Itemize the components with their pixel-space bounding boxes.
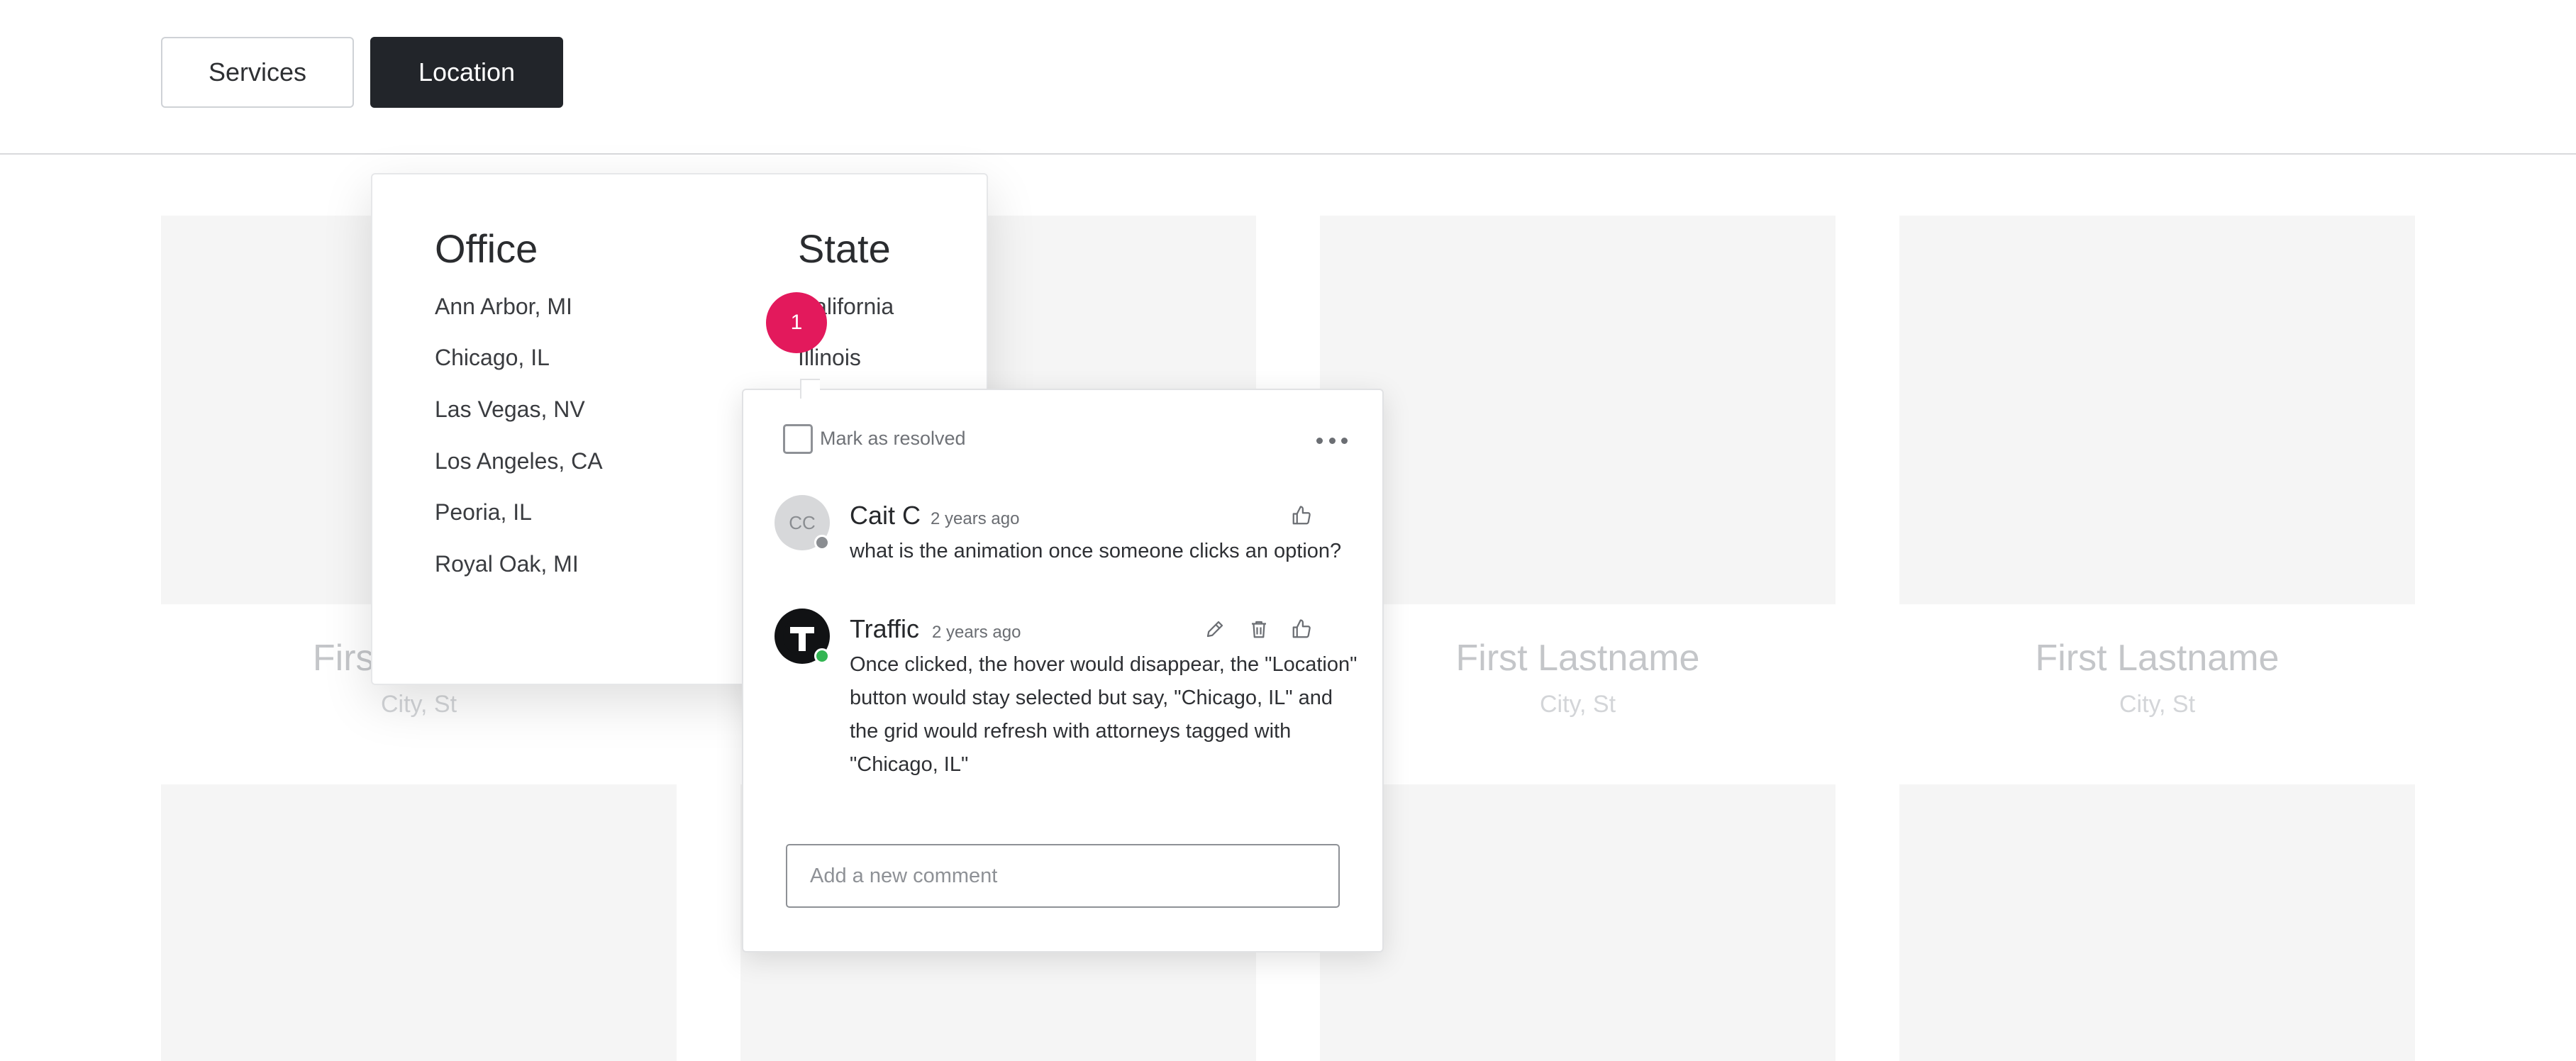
status-indicator — [814, 648, 830, 664]
comment-text: what is the animation once someone click… — [850, 540, 1342, 562]
more-horizontal-icon[interactable] — [1316, 430, 1348, 451]
pencil-icon[interactable] — [1203, 617, 1227, 641]
comment-author: Traffic — [850, 614, 920, 643]
services-filter-button[interactable]: Services — [161, 37, 354, 108]
office-heading: Office — [435, 226, 538, 271]
comment-timestamp: 2 years ago — [931, 509, 1020, 528]
comment-thread-popover: Mark as resolved CC Cait C 2 years ago w… — [742, 379, 1384, 952]
comment-text: Once clicked, the hover would disappear,… — [850, 653, 1358, 776]
office-option[interactable]: Las Vegas, NV — [435, 396, 585, 423]
comment-pin[interactable]: 1 — [766, 292, 827, 353]
header-divider — [0, 153, 2576, 155]
comment-author: Cait C — [850, 501, 921, 530]
office-option[interactable]: Chicago, IL — [435, 345, 550, 371]
office-option[interactable]: Los Angeles, CA — [435, 448, 603, 474]
state-heading: State — [798, 226, 891, 271]
office-option[interactable]: Royal Oak, MI — [435, 551, 579, 577]
attorney-photo[interactable] — [1899, 216, 2415, 604]
trash-icon[interactable] — [1247, 617, 1271, 641]
attorney-city: City, St — [1539, 691, 1616, 718]
mark-resolved-checkbox[interactable] — [783, 424, 813, 454]
attorney-photo[interactable] — [1320, 216, 1836, 604]
attorney-photo[interactable] — [1320, 784, 1836, 1061]
attorney-name: First Lastname — [2035, 638, 2280, 679]
location-filter-button[interactable]: Location — [370, 37, 563, 108]
attorney-photo[interactable] — [161, 784, 677, 1061]
office-option[interactable]: Ann Arbor, MI — [435, 294, 572, 320]
attorney-name: First Lastname — [1455, 638, 1700, 679]
attorney-name: First — [312, 638, 384, 679]
status-indicator — [814, 535, 830, 550]
attorney-city: City, St — [380, 691, 457, 718]
popover-arrow — [800, 379, 820, 399]
thumbs-up-icon[interactable] — [1289, 504, 1314, 528]
attorney-city: City, St — [2119, 691, 2196, 718]
mark-resolved-label[interactable]: Mark as resolved — [820, 428, 966, 450]
thumbs-up-icon[interactable] — [1289, 617, 1314, 641]
new-comment-input[interactable] — [786, 844, 1340, 908]
office-option[interactable]: Peoria, IL — [435, 499, 532, 526]
attorney-photo[interactable] — [1899, 784, 2415, 1061]
comment-timestamp: 2 years ago — [932, 623, 1021, 642]
